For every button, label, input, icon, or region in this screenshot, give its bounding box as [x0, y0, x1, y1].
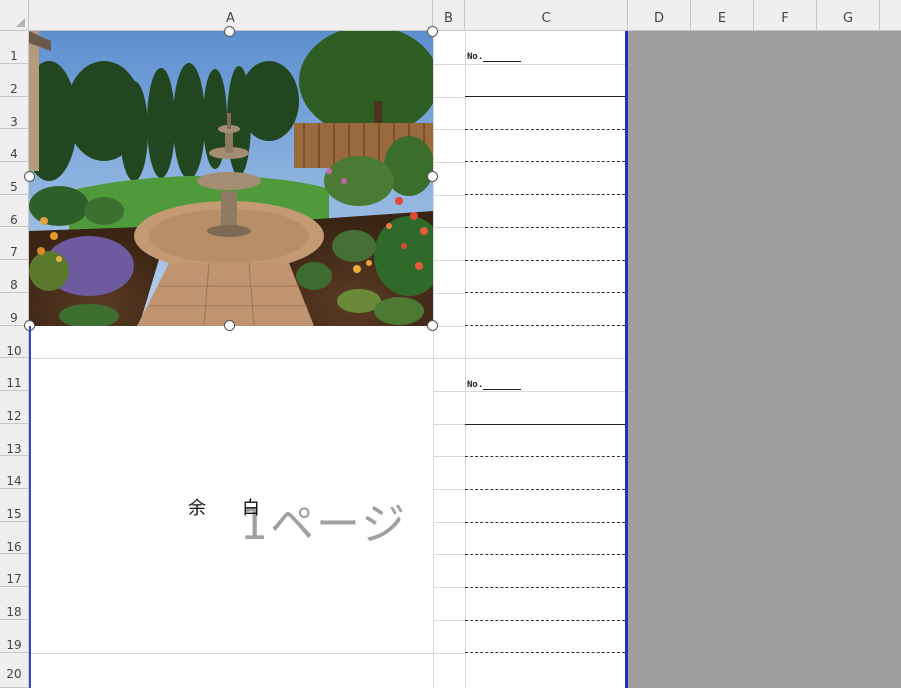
select-all-corner[interactable] [0, 0, 29, 31]
dotted-line [465, 227, 625, 228]
gridline-b [433, 424, 465, 425]
number-label: No. [467, 52, 522, 62]
gridline-b [433, 64, 465, 65]
gridline-b [433, 587, 465, 588]
row-header-14[interactable]: 14 [0, 456, 29, 489]
row-header-12[interactable]: 12 [0, 391, 29, 424]
row-header-1[interactable]: 1 [0, 31, 29, 64]
dotted-line [465, 554, 625, 555]
row-header-3[interactable]: 3 [0, 97, 29, 129]
dotted-line [465, 194, 625, 195]
row-header-10[interactable]: 10 [0, 326, 29, 358]
resize-handle-left[interactable] [24, 171, 35, 182]
resize-handle-top[interactable] [224, 26, 235, 37]
row-header-13[interactable]: 13 [0, 424, 29, 456]
gridline-b [433, 293, 465, 294]
resize-handle-bottom[interactable] [224, 320, 235, 331]
column-header-d[interactable]: D [628, 0, 691, 31]
entry-line [465, 96, 625, 97]
gridline-b [433, 653, 465, 654]
gridline-b [433, 522, 465, 523]
gridline-b [433, 162, 465, 163]
non-print-area [628, 31, 901, 688]
dotted-line [465, 522, 625, 523]
gridline-b [433, 554, 465, 555]
dotted-line [465, 129, 625, 130]
row-header-17[interactable]: 17 [0, 554, 29, 587]
row-header-4[interactable]: 4 [0, 129, 29, 162]
gridline-row10 [29, 358, 433, 359]
column-header-g[interactable]: G [817, 0, 880, 31]
page-number-watermark: 1ページ [240, 499, 408, 550]
row-header-19[interactable]: 19 [0, 620, 29, 653]
page-break-left[interactable] [29, 326, 31, 688]
gridline-b [433, 260, 465, 261]
dotted-line [465, 325, 625, 326]
row-header-11[interactable]: 11 [0, 358, 29, 391]
column-header-e[interactable]: E [691, 0, 754, 31]
column-header-b[interactable]: B [433, 0, 465, 31]
dotted-line [465, 161, 625, 162]
resize-handle-top-right[interactable] [427, 26, 438, 37]
column-header-f[interactable]: F [754, 0, 817, 31]
entry-line [465, 424, 625, 425]
dotted-line [465, 652, 625, 653]
gridline-b [433, 391, 465, 392]
row-header-15[interactable]: 15 [0, 489, 29, 522]
gridline-b [433, 489, 465, 490]
blank-text: 余 白 [188, 498, 260, 519]
row-header-7[interactable]: 7 [0, 227, 29, 260]
dotted-line [465, 620, 625, 621]
dotted-line [465, 292, 625, 293]
page-break-right[interactable] [625, 31, 628, 688]
row-header-20[interactable]: 20 [0, 653, 29, 688]
column-header-h[interactable] [880, 0, 901, 31]
gridline-b [433, 620, 465, 621]
gridline-row19 [29, 653, 433, 654]
gridline-c [465, 391, 625, 392]
dotted-line [465, 489, 625, 490]
gridline-c [465, 64, 625, 65]
row-header-18[interactable]: 18 [0, 587, 29, 620]
dotted-line [465, 587, 625, 588]
row-header-2[interactable]: 2 [0, 64, 29, 97]
number-label: No. [467, 380, 522, 390]
row-header-8[interactable]: 8 [0, 260, 29, 293]
gridline-b [433, 456, 465, 457]
dotted-line [465, 456, 625, 457]
gridline-c [465, 358, 625, 359]
garden-picture[interactable] [29, 31, 433, 326]
gridline-b [433, 227, 465, 228]
resize-handle-bottom-right[interactable] [427, 320, 438, 331]
gridline-b [433, 358, 465, 359]
row-header-6[interactable]: 6 [0, 195, 29, 227]
row-header-16[interactable]: 16 [0, 522, 29, 554]
gridline-b [433, 195, 465, 196]
column-header-c[interactable]: C [465, 0, 628, 31]
gridline-b [433, 97, 465, 98]
gridline-b [433, 129, 465, 130]
dotted-line [465, 260, 625, 261]
resize-handle-right[interactable] [427, 171, 438, 182]
